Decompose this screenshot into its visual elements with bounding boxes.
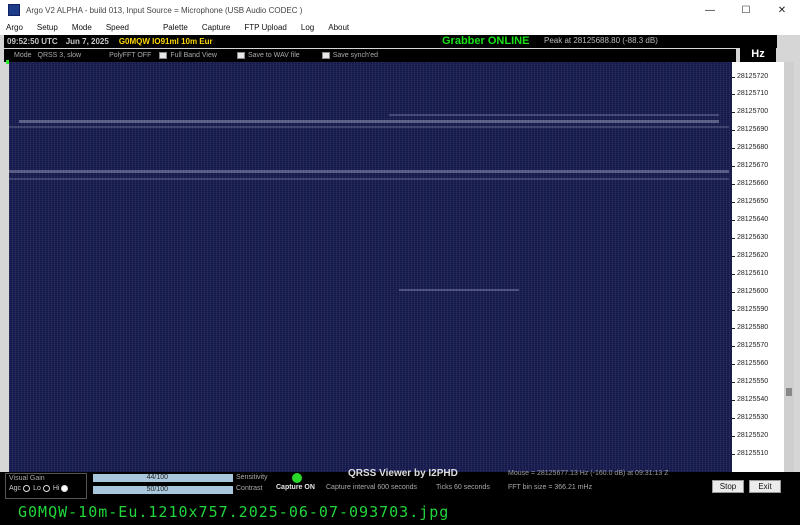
scale-tick: 28125520 [732, 432, 784, 442]
filename-caption: G0MQW-10m-Eu.1210x757.2025-06-07-093703.… [0, 500, 800, 525]
gain-options: Agc Lo Hi [9, 485, 71, 492]
capture-indicator [292, 473, 302, 483]
scale-tick: 28125600 [732, 288, 784, 298]
scale-tick: 28125700 [732, 108, 784, 118]
scale-tick: 28125610 [732, 270, 784, 280]
scale-tick: 28125650 [732, 198, 784, 208]
polyfft-status[interactable]: PolyFFT OFF [109, 52, 151, 59]
mode-label: Mode [14, 52, 32, 59]
mouse-readout: Mouse = 28125677.13 Hz (-160.0 dB) at 09… [508, 470, 669, 477]
callsign-label: G0MQW IO91ml 10m Eur [118, 37, 213, 46]
exit-button[interactable]: Exit [749, 480, 781, 493]
scale-tick: 28125570 [732, 342, 784, 352]
hi-radio[interactable] [61, 485, 69, 492]
ticks-interval: Ticks 60 seconds [436, 484, 490, 491]
hi-label: Hi [52, 485, 60, 492]
bottom-panel: Visual Gain Agc Lo Hi 44/100 50/100 Sens… [0, 468, 800, 500]
scale-tick: 28125680 [732, 144, 784, 154]
scale-tick: 28125530 [732, 414, 784, 424]
scale-tick: 28125580 [732, 324, 784, 334]
window-controls: — ☐ ✕ [692, 0, 800, 20]
save-synched-label: Save synch'ed [332, 52, 378, 59]
sensitivity-label: Sensitivity [236, 474, 268, 481]
scale-tick: 28125670 [732, 162, 784, 172]
scale-tick: 28125640 [732, 216, 784, 226]
save-wav-checkbox[interactable]: Save to WAV file [236, 52, 300, 59]
menu-speed[interactable]: Speed [106, 23, 129, 32]
status-bar: 09:52:50 UTC Jun 7, 2025 G0MQW IO91ml 10… [4, 35, 777, 48]
checkbox-icon [321, 52, 330, 59]
app-icon [8, 4, 20, 16]
scale-tick: 28125630 [732, 234, 784, 244]
scale-tick: 28125590 [732, 306, 784, 316]
menu-log[interactable]: Log [301, 23, 314, 32]
menu-capture[interactable]: Capture [202, 23, 230, 32]
sensitivity-slider[interactable]: 44/100 [93, 474, 233, 482]
scale-scrollbar[interactable] [784, 62, 794, 472]
scale-tick: 28125540 [732, 396, 784, 406]
sensitivity-value: 44/100 [146, 474, 168, 481]
signal-trace [9, 178, 729, 180]
capture-interval: Capture interval 600 seconds [326, 484, 418, 491]
scale-tick: 28125620 [732, 252, 784, 262]
save-synched-checkbox[interactable]: Save synch'ed [321, 52, 378, 59]
visual-gain-label: Visual Gain [9, 475, 45, 482]
close-icon[interactable]: ✕ [764, 0, 800, 20]
scale-tick: 28125510 [732, 450, 784, 460]
agc-radio[interactable] [23, 485, 31, 492]
lo-label: Lo [33, 485, 41, 492]
hz-unit-label: Hz [740, 48, 776, 62]
scale-tick: 28125560 [732, 360, 784, 370]
scale-tick: 28125550 [732, 378, 784, 388]
visual-gain-group: Visual Gain Agc Lo Hi [5, 473, 87, 499]
menu-mode[interactable]: Mode [72, 23, 92, 32]
signal-trace [389, 114, 719, 116]
maximize-icon[interactable]: ☐ [728, 0, 764, 20]
menu-argo[interactable]: Argo [6, 23, 23, 32]
date: Jun 7, 2025 [65, 37, 109, 46]
scale-tick: 28125710 [732, 90, 784, 100]
full-band-label: Full Band View [170, 52, 217, 59]
scale-tick: 28125660 [732, 180, 784, 190]
frequency-scale: 28125720 28125710 28125700 28125690 2812… [732, 62, 784, 472]
menu-bar: Argo Setup Mode Speed Palette Capture FT… [0, 20, 800, 35]
signal-trace [9, 170, 729, 173]
viewer-title: QRSS Viewer by I2PHD [348, 468, 458, 479]
peak-readout: Peak at 28125688.80 (-88.3 dB) [544, 36, 658, 45]
waterfall-display[interactable] [9, 62, 732, 472]
signal-trace [19, 120, 719, 123]
menu-ftp-upload[interactable]: FTP Upload [244, 23, 287, 32]
fft-bin-size: FFT bin size = 366.21 mHz [508, 484, 593, 491]
mode-value: QRSS 3, slow [37, 52, 82, 59]
lo-radio[interactable] [42, 485, 50, 492]
scale-tick: 28125690 [732, 126, 784, 136]
minimize-icon[interactable]: — [692, 0, 728, 20]
window-title: Argo V2 ALPHA - build 013, Input Source … [26, 5, 303, 15]
menu-about[interactable]: About [328, 23, 349, 32]
stop-button[interactable]: Stop [712, 480, 744, 493]
contrast-label: Contrast [236, 485, 263, 492]
title-bar: Argo V2 ALPHA - build 013, Input Source … [0, 0, 800, 20]
capture-status: Capture ON [276, 484, 315, 491]
signal-trace [399, 289, 519, 291]
save-wav-label: Save to WAV file [247, 52, 300, 59]
checkbox-icon [236, 52, 245, 59]
agc-label: Agc [9, 485, 22, 492]
utc-time: 09:52:50 UTC [7, 37, 58, 46]
menu-palette[interactable]: Palette [163, 23, 188, 32]
scrollbar-thumb[interactable] [786, 388, 792, 396]
menu-setup[interactable]: Setup [37, 23, 58, 32]
options-bar: Mode QRSS 3, slow PolyFFT OFF Full Band … [4, 49, 736, 62]
contrast-slider[interactable]: 50/100 [93, 486, 233, 494]
signal-trace [9, 126, 729, 128]
full-band-checkbox[interactable]: Full Band View [159, 52, 217, 59]
scale-tick: 28125720 [732, 73, 784, 83]
checkbox-icon [159, 52, 168, 59]
contrast-value: 50/100 [146, 486, 168, 493]
grabber-status: Grabber ONLINE [442, 35, 530, 47]
argo-window: Argo V2 ALPHA - build 013, Input Source … [0, 0, 800, 500]
